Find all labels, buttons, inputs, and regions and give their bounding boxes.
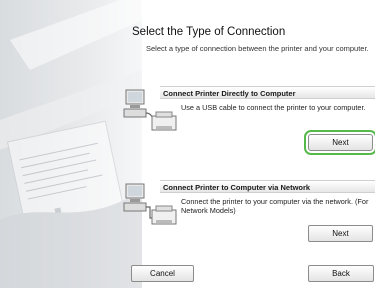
option-description: Use a USB cable to connect the printer t… xyxy=(181,103,366,112)
option-direct-connection: Connect Printer Directly to Computer Use… xyxy=(123,86,375,156)
page-subtitle: Select a type of connection between the … xyxy=(146,44,369,53)
page-title: Select the Type of Connection xyxy=(132,26,286,38)
next-button-direct[interactable]: Next xyxy=(304,130,375,155)
next-button-network[interactable]: Next xyxy=(308,225,373,242)
option-description: Connect the printer to your computer via… xyxy=(181,197,369,215)
side-illustration xyxy=(0,0,142,288)
cancel-button[interactable]: Cancel xyxy=(131,265,194,282)
option-header: Connect Printer to Computer via Network xyxy=(160,180,375,193)
back-button[interactable]: Back xyxy=(308,265,374,282)
option-network-connection: Connect Printer to Computer via Network … xyxy=(123,180,375,250)
option-header: Connect Printer Directly to Computer xyxy=(160,86,375,99)
